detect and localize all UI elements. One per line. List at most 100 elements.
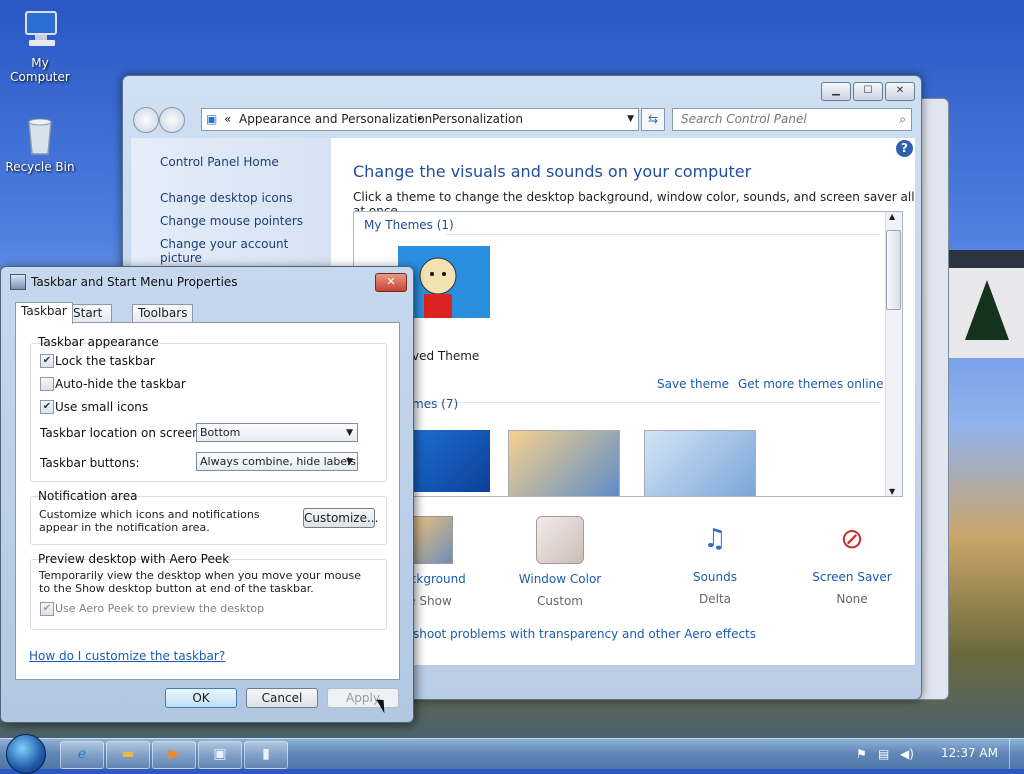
checkbox-label: Use small icons: [55, 400, 149, 414]
address-dropdown-icon[interactable]: ▼: [627, 109, 634, 129]
control-panel-icon: ▣: [206, 112, 218, 126]
autohide-taskbar-checkbox[interactable]: [40, 377, 54, 391]
lock-taskbar-checkbox[interactable]: ✔: [40, 354, 54, 368]
sounds-music-note-icon: ♫: [703, 524, 727, 554]
close-button[interactable]: ✕: [885, 82, 915, 101]
minimize-button[interactable]: ▁: [821, 82, 851, 101]
tab-toolbars[interactable]: Toolbars: [132, 304, 194, 323]
scroll-up-icon[interactable]: ▲: [889, 212, 895, 221]
network-icon[interactable]: ▤: [878, 747, 889, 761]
breadcrumb-separator-icon: ▸: [418, 114, 423, 124]
sounds-tile[interactable]: ♫ Sounds Delta: [650, 516, 780, 606]
group-label: Notification area: [38, 489, 138, 503]
scroll-down-icon[interactable]: ▼: [889, 487, 895, 496]
checkbox-label: Lock the taskbar: [55, 354, 155, 368]
divider: [446, 234, 880, 235]
small-icons-checkbox[interactable]: ✔: [40, 400, 54, 414]
select-value: Bottom: [200, 426, 241, 439]
select-value: Always combine, hide labels: [200, 455, 356, 468]
sidebar-link-account-picture[interactable]: Change your account picture: [160, 237, 331, 265]
maximize-button[interactable]: ☐: [853, 82, 883, 101]
cancel-button[interactable]: Cancel: [246, 688, 318, 708]
taskbar: ℯ ▬ ▶ ▣ ▮ ⚑ ▤ ◀) 12:37 AM: [0, 734, 1024, 774]
breadcrumb-appearance[interactable]: Appearance and Personalization: [239, 109, 432, 129]
checkbox-label: Use Aero Peek to preview the desktop: [55, 602, 265, 615]
tile-value: Delta: [698, 592, 731, 606]
window-color-swatch-icon: [536, 516, 584, 564]
troubleshoot-aero-link[interactable]: shoot problems with transparency and oth…: [413, 627, 756, 641]
characters-theme-thumbnail[interactable]: [644, 430, 756, 496]
notification-tray: ⚑ ▤ ◀) 12:37 AM: [854, 739, 1024, 769]
group-label: Taskbar appearance: [38, 335, 159, 349]
sidebar-link-desktop-icons[interactable]: Change desktop icons: [160, 191, 293, 205]
page-title: Change the visuals and sounds on your co…: [353, 162, 752, 181]
taskbar-location-label: Taskbar location on screen:: [40, 426, 204, 440]
tile-value: None: [836, 592, 868, 606]
taskbar-location-select[interactable]: Bottom ▼: [196, 423, 358, 442]
internet-explorer-icon[interactable]: ℯ: [60, 741, 104, 769]
unsaved-theme-label: ved Theme: [412, 349, 480, 363]
chevron-down-icon: ▼: [346, 428, 353, 438]
back-button[interactable]: [133, 107, 159, 133]
action-center-flag-icon[interactable]: ⚑: [856, 747, 867, 761]
navigation-bar: ▣ « Appearance and Personalization ▸ Per…: [131, 106, 913, 133]
tab-taskbar[interactable]: Taskbar: [15, 302, 73, 324]
checkbox-label: Auto-hide the taskbar: [55, 377, 186, 391]
show-desktop-button[interactable]: [1009, 739, 1024, 769]
taskbar-buttons-select[interactable]: Always combine, hide labels ▼: [196, 452, 358, 471]
media-player-icon[interactable]: ▶: [152, 741, 196, 769]
aero-peek-checkbox[interactable]: ✔: [40, 602, 54, 616]
start-button[interactable]: [6, 734, 46, 774]
customize-button[interactable]: Customize...: [303, 508, 378, 528]
ok-button[interactable]: OK: [165, 688, 237, 708]
apply-button[interactable]: Apply: [327, 688, 399, 708]
dialog-title: Taskbar and Start Menu Properties: [31, 275, 238, 289]
customize-taskbar-help-link[interactable]: How do I customize the taskbar?: [29, 649, 225, 663]
folder-icon[interactable]: ▬: [106, 741, 150, 769]
screen-saver-tile[interactable]: ⊘ Screen Saver None: [787, 516, 917, 606]
clock[interactable]: 12:37 AM: [941, 746, 998, 760]
search-icon[interactable]: ⌕: [899, 109, 906, 129]
taskbar-properties-icon[interactable]: ▮: [244, 741, 288, 769]
taskbar-properties-dialog: Taskbar and Start Menu Properties ✕ Task…: [0, 266, 414, 723]
desktop-icon-label: Recycle Bin: [5, 160, 75, 174]
dialog-close-button[interactable]: ✕: [375, 273, 407, 292]
tile-name: Sounds: [692, 570, 738, 584]
tab-start-menu[interactable]: Start Menu: [67, 304, 112, 337]
my-themes-header: My Themes (1): [364, 218, 454, 232]
search-placeholder: Search Control Panel: [681, 112, 807, 126]
scrollbar-thumb[interactable]: [886, 230, 901, 310]
theme-list-scrollbar[interactable]: ▲ ▼: [885, 212, 902, 496]
save-theme-link[interactable]: Save theme: [657, 377, 729, 391]
window-color-tile[interactable]: Window Color Custom: [495, 516, 625, 608]
get-more-themes-link[interactable]: Get more themes online: [738, 377, 884, 391]
help-icon[interactable]: ?: [896, 140, 913, 157]
tile-name: Screen Saver: [812, 570, 892, 584]
aero-themes-header: mes (7): [412, 397, 459, 411]
notification-description: Customize which icons and notifications …: [39, 508, 260, 534]
address-bar[interactable]: ▣ « Appearance and Personalization ▸ Per…: [201, 108, 639, 131]
search-input[interactable]: Search Control Panel ⌕: [672, 108, 912, 131]
control-panel-content: ? Change the visuals and sounds on your …: [331, 138, 915, 665]
sidebar-link-control-panel-home[interactable]: Control Panel Home: [160, 155, 279, 169]
taskbar-buttons-label: Taskbar buttons:: [40, 456, 140, 470]
windows-theme-thumbnail[interactable]: [412, 430, 490, 492]
control-panel-icon[interactable]: ▣: [198, 741, 242, 769]
screen-saver-none-icon: ⊘: [840, 522, 864, 555]
desktop-icon-my-computer[interactable]: My Computer: [0, 8, 80, 84]
sidebar-link-mouse-pointers[interactable]: Change mouse pointers: [160, 214, 303, 228]
computer-icon: [17, 8, 63, 54]
group-label: Preview desktop with Aero Peek: [38, 552, 230, 566]
dialog-taskbar-icon: [10, 274, 26, 290]
architecture-theme-thumbnail[interactable]: [508, 430, 620, 496]
taskbar-tab-panel: Taskbar appearance ✔ Lock the taskbar Au…: [15, 322, 400, 680]
background-tree: [965, 280, 1009, 340]
forward-button[interactable]: [159, 107, 185, 133]
desktop-icon-label: My Computer: [10, 56, 70, 84]
volume-icon[interactable]: ◀): [900, 747, 914, 761]
breadcrumb-personalization[interactable]: Personalization: [432, 109, 523, 129]
desktop-icon-recycle-bin[interactable]: Recycle Bin: [0, 112, 80, 174]
breadcrumb-prefix: «: [224, 112, 232, 126]
theme-list: My Themes (1) ved Theme Save theme Get m…: [353, 211, 903, 497]
refresh-icon[interactable]: ⇆: [641, 108, 665, 131]
